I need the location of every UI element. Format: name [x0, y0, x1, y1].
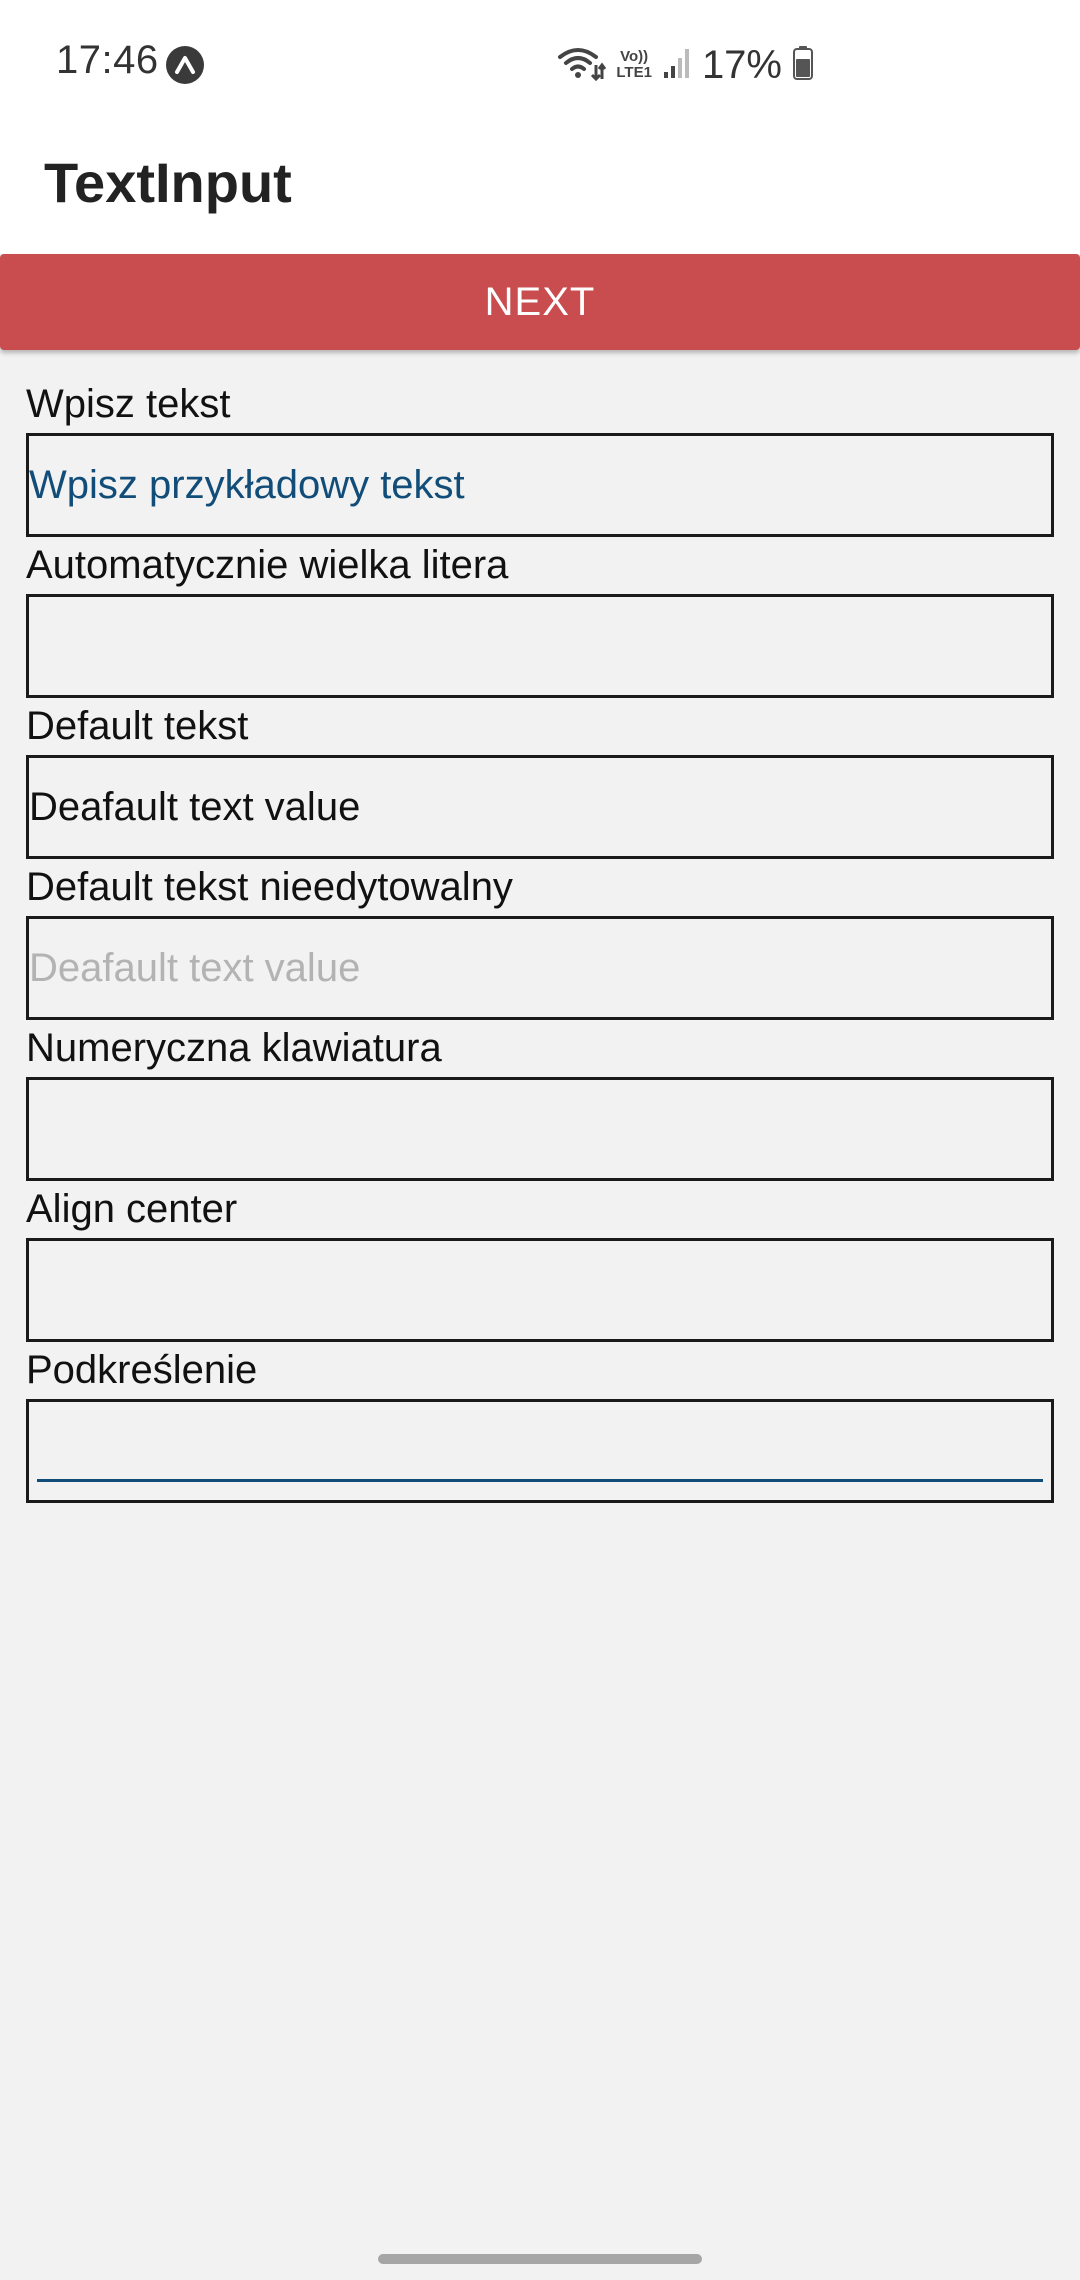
field-label: Numeryczna klawiatura — [26, 1026, 442, 1070]
home-indicator[interactable] — [378, 2254, 702, 2264]
field-label: Automatycznie wielka litera — [26, 543, 509, 587]
wifi-icon — [556, 43, 607, 88]
field-wpisz-tekst: Wpisz tekst — [26, 380, 1054, 541]
battery-percent: 17% — [701, 42, 782, 87]
field-default-text: Default tekst — [26, 702, 1054, 863]
next-button[interactable]: NEXT — [0, 254, 1080, 350]
align-center-input[interactable] — [29, 1241, 1051, 1339]
field-default-text-readonly: Default tekst nieedytowalny — [26, 863, 1054, 1024]
auto-capitalize-input[interactable] — [29, 597, 1051, 695]
volte-label: Vo)) — [620, 48, 649, 65]
field-label: Default tekst nieedytowalny — [26, 865, 513, 909]
field-label: Align center — [26, 1187, 238, 1231]
readonly-text-input — [29, 919, 1051, 1017]
page-title: TextInput — [44, 151, 292, 214]
underline-input[interactable] — [29, 1402, 1051, 1500]
numeric-input[interactable] — [29, 1080, 1051, 1178]
volte-lte-icon: Vo)) LTE1 — [616, 49, 652, 81]
expo-icon — [166, 46, 204, 84]
input-box — [26, 1399, 1054, 1503]
field-label: Wpisz tekst — [26, 382, 231, 426]
text-input-form: Wpisz tekst Automatycznie wielka litera … — [26, 380, 1054, 1507]
battery-icon — [792, 45, 814, 86]
field-label: Default tekst — [26, 704, 249, 748]
app-bar: TextInput — [0, 128, 1080, 254]
status-bar: 17:46 Vo)) LTE1 17% — [0, 0, 1080, 128]
lte-label: LTE1 — [616, 64, 652, 81]
status-icons: Vo)) LTE1 17% — [556, 40, 814, 90]
field-numeric-keyboard: Numeryczna klawiatura — [26, 1024, 1054, 1185]
field-auto-capitalize: Automatycznie wielka litera — [26, 541, 1054, 702]
field-underline: Podkreślenie — [26, 1346, 1054, 1507]
field-align-center: Align center — [26, 1185, 1054, 1346]
signal-bars-icon — [662, 46, 692, 85]
input-box — [26, 433, 1054, 537]
input-underline — [37, 1479, 1043, 1482]
input-box — [26, 1077, 1054, 1181]
default-text-input[interactable] — [29, 758, 1051, 856]
input-box — [26, 755, 1054, 859]
field-label: Podkreślenie — [26, 1348, 258, 1392]
status-time: 17:46 — [56, 38, 159, 82]
sample-text-input[interactable] — [29, 436, 1051, 534]
input-box — [26, 916, 1054, 1020]
input-box — [26, 594, 1054, 698]
input-box — [26, 1238, 1054, 1342]
